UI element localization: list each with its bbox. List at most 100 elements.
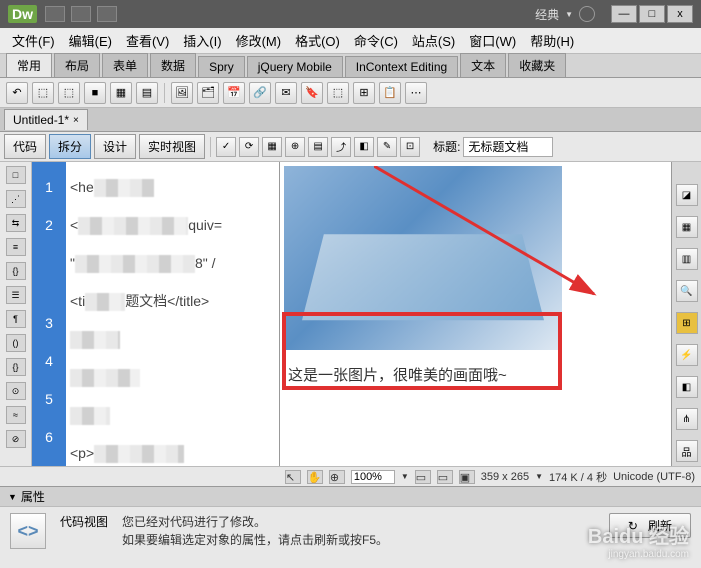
gutter-icon[interactable]: ¶ [6,310,26,328]
panel-icon[interactable]: ◪ [676,184,698,206]
close-icon[interactable]: × [73,115,79,126]
panel-icon[interactable]: ⋔ [676,408,698,430]
menu-file[interactable]: 文件(F) [6,29,61,52]
tab-spry[interactable]: Spry [198,56,245,77]
refresh-button[interactable]: ↻ 刷新 [609,513,691,538]
dimensions-label[interactable]: 359 x 265 [481,471,529,483]
tool-icon[interactable]: ↶ [6,82,28,104]
vt-icon[interactable]: ⟳ [239,137,259,157]
gutter-icon[interactable]: ⊘ [6,430,26,448]
gutter-icon[interactable]: {} [6,262,26,280]
tab-jquery[interactable]: jQuery Mobile [247,56,343,77]
refresh-icon: ↻ [628,519,638,533]
tool-icon[interactable]: ▦ [110,82,132,104]
tool-icon[interactable]: ⬚ [58,82,80,104]
gutter-icon[interactable]: □ [6,166,26,184]
dropdown-icon[interactable]: ▼ [535,472,543,481]
vt-icon[interactable]: ✓ [216,137,236,157]
maximize-button[interactable]: □ [639,5,665,23]
title-input[interactable] [463,137,553,157]
vt-icon[interactable]: ▤ [308,137,328,157]
vt-icon[interactable]: ◧ [354,137,374,157]
minimize-button[interactable]: — [611,5,637,23]
code-content[interactable]: <he <quiv= "8" / <ti题文档</title> <p> [66,162,279,466]
tool-icon[interactable]: ⬚ [32,82,54,104]
menu-format[interactable]: 格式(O) [289,29,346,52]
tab-fav[interactable]: 收藏夹 [508,53,566,77]
layout-icon[interactable] [97,6,117,22]
collapse-icon[interactable]: ▼ [8,492,17,502]
gutter-icon[interactable]: {} [6,358,26,376]
tool-icon[interactable]: 🗂 [197,82,219,104]
tool-icon[interactable]: 📋 [379,82,401,104]
panel-icon[interactable]: ◧ [676,376,698,398]
vt-icon[interactable]: ▦ [262,137,282,157]
workspace-label[interactable]: 经典 [535,6,559,23]
panel-icon[interactable]: ▦ [676,216,698,238]
gutter-icon[interactable]: ⇆ [6,214,26,232]
image-icon[interactable]: 🖼 [171,82,193,104]
sb-icon[interactable]: ▭ [415,470,431,484]
hand-icon[interactable]: ✋ [307,470,323,484]
pointer-icon[interactable]: ↖ [285,470,301,484]
tool-icon[interactable]: ⬚ [327,82,349,104]
zoom-input[interactable] [351,470,395,484]
tool-icon[interactable]: ▤ [136,82,158,104]
tab-text[interactable]: 文本 [460,53,506,77]
dropdown-icon[interactable]: ▼ [401,472,409,481]
tool-icon[interactable]: ⊞ [353,82,375,104]
layout-icon[interactable] [71,6,91,22]
gutter-icon[interactable]: ≡ [6,238,26,256]
tab-layout[interactable]: 布局 [54,53,100,77]
vt-icon[interactable]: ⊡ [400,137,420,157]
tool-icon[interactable]: ■ [84,82,106,104]
email-icon[interactable]: ✉ [275,82,297,104]
close-button[interactable]: x [667,5,693,23]
panel-icon[interactable]: 品 [676,440,698,462]
tool-icon[interactable]: ⋯ [405,82,427,104]
gutter-icon[interactable]: ≈ [6,406,26,424]
zoom-icon[interactable]: ⊕ [329,470,345,484]
dropdown-icon[interactable]: ▼ [565,10,573,19]
menu-command[interactable]: 命令(C) [348,29,404,52]
gutter-icon[interactable]: ⋰ [6,190,26,208]
gutter-icon[interactable]: ⊙ [6,382,26,400]
search-icon[interactable] [579,6,595,22]
sb-icon[interactable]: ▭ [437,470,453,484]
panel-icon[interactable]: ⚡ [676,344,698,366]
tab-form[interactable]: 表单 [102,53,148,77]
panel-icon[interactable]: ⊞ [676,312,698,334]
menu-view[interactable]: 查看(V) [120,29,175,52]
sb-icon[interactable]: ▣ [459,470,475,484]
vt-icon[interactable]: ⤴ [331,137,351,157]
design-caption[interactable]: 这是一张图片，很唯美的画面哦~ [288,364,507,385]
link-icon[interactable]: 🔗 [249,82,271,104]
code-pane[interactable]: 1 2 3 4 5 6 7 <he <quiv= "8" / <ti题文档</t… [32,162,280,466]
layout-icon[interactable] [45,6,65,22]
gutter-icon[interactable]: () [6,334,26,352]
document-tab[interactable]: Untitled-1* × [4,109,88,130]
design-view-button[interactable]: 设计 [94,134,136,159]
vt-icon[interactable]: ✎ [377,137,397,157]
code-view-button[interactable]: 代码 [4,134,46,159]
right-panel: ◪ ▦ ▥ 🔍 ⊞ ⚡ ◧ ⋔ 品 [671,162,701,466]
design-pane[interactable]: 这是一张图片，很唯美的画面哦~ [280,162,671,466]
gutter-icon[interactable]: ☰ [6,286,26,304]
split-view-button[interactable]: 拆分 [49,134,91,159]
menu-edit[interactable]: 编辑(E) [63,29,118,52]
anchor-icon[interactable]: 🔖 [301,82,323,104]
menu-window[interactable]: 窗口(W) [463,29,522,52]
menu-help[interactable]: 帮助(H) [524,29,580,52]
menu-site[interactable]: 站点(S) [406,29,461,52]
tab-common[interactable]: 常用 [6,53,52,77]
tool-icon[interactable]: 📅 [223,82,245,104]
panel-icon[interactable]: 🔍 [676,280,698,302]
menu-modify[interactable]: 修改(M) [230,29,288,52]
vt-icon[interactable]: ⊕ [285,137,305,157]
tab-incontext[interactable]: InContext Editing [345,56,458,77]
panel-icon[interactable]: ▥ [676,248,698,270]
tab-data[interactable]: 数据 [150,53,196,77]
properties-header[interactable]: ▼ 属性 [0,487,701,507]
menu-insert[interactable]: 插入(I) [177,29,227,52]
live-view-button[interactable]: 实时视图 [139,134,205,159]
